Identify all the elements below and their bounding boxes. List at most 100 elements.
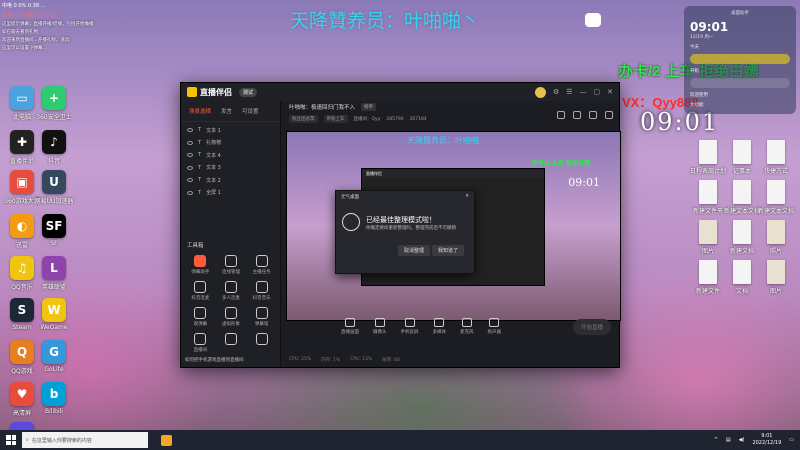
file-icon-label: 文档: [735, 288, 748, 295]
clock-widget[interactable]: 桌面助手 09:01 12/19 周一 今天 开机 欢迎使用 大功能: [684, 6, 796, 114]
file-icon-label: 新建文本文档: [724, 208, 761, 215]
desktop-icon[interactable]: ♫ QQ音乐: [4, 256, 40, 291]
dialog-close-icon[interactable]: ✕: [465, 194, 469, 199]
rank-tag[interactable]: 榜单: [361, 103, 377, 111]
scene-item[interactable]: T 文本 3: [187, 162, 274, 175]
source-button[interactable]: 直播画面: [341, 317, 359, 335]
document-icon: [767, 220, 785, 244]
desktop-icon[interactable]: G GoLite: [36, 340, 72, 373]
stream-preview[interactable]: 天降贊养员：叶啪啪 办卡/2 上车 拒绝白嫖 09:01 直播伴侣 元气桌面 ✕…: [286, 131, 621, 321]
file-icon[interactable]: 记事本: [724, 140, 760, 175]
file-icon[interactable]: 新建文档: [724, 220, 760, 255]
live-companion-window[interactable]: 直播伴侣 测试 ⚙ ☰ — ▢ ✕ 场景选择 发言 可设置 T 文本 1 T 礼物榜 T…: [180, 82, 621, 368]
desktop-icon[interactable]: ▭ 此电脑: [4, 86, 40, 121]
eye-icon[interactable]: [187, 140, 193, 145]
desktop-icon[interactable]: Q QQ游戏: [4, 340, 40, 375]
info-line: 这里提示弹幕；直播开播/结播，包括开始做播: [2, 22, 94, 27]
eye-icon[interactable]: [187, 128, 193, 133]
tool-button[interactable]: [246, 333, 277, 353]
tab-scenes[interactable]: 场景选择: [189, 107, 211, 115]
desktop-icon[interactable]: ♥ 高清屏: [4, 382, 40, 417]
file-icon[interactable]: 图片: [690, 220, 726, 255]
tool-button[interactable]: 直播间: [185, 333, 216, 353]
share-icon[interactable]: [605, 111, 613, 119]
source-button[interactable]: 摄像头: [373, 317, 387, 335]
close-icon[interactable]: ✕: [607, 88, 613, 96]
source-button[interactable]: 扬声器: [488, 317, 501, 335]
desktop-icon[interactable]: S Steam: [4, 298, 40, 331]
file-icon[interactable]: 新建文本文档: [758, 180, 794, 215]
maximize-icon[interactable]: ▢: [594, 88, 601, 96]
info-tag[interactable]: 带粉上车: [323, 115, 348, 123]
menu-icon[interactable]: ☰: [566, 88, 572, 96]
tool-button[interactable]: 虚拟形象: [216, 307, 247, 327]
tool-button[interactable]: 抖音音乐: [246, 281, 277, 301]
taskbar-clock[interactable]: 9:01 2022/12/19: [752, 433, 781, 447]
layout-icon[interactable]: [589, 111, 597, 119]
desktop-icon[interactable]: L 英雄联盟: [36, 256, 72, 291]
file-icon[interactable]: 照片: [758, 220, 794, 255]
search-placeholder: 在这里输入你要搜索的内容: [31, 437, 92, 444]
taskbar-app-live[interactable]: [158, 432, 174, 448]
tool-button[interactable]: 抖音连麦: [185, 281, 216, 301]
start-live-button[interactable]: 开始直播: [572, 319, 611, 335]
tool-label: 主播任务: [252, 270, 271, 275]
tool-button[interactable]: 观弹幕: [185, 307, 216, 327]
tray-chevron-icon[interactable]: ^: [714, 437, 718, 443]
volume-icon[interactable]: ◀): [739, 437, 745, 443]
desktop-icon[interactable]: +360安全卫士: [36, 86, 72, 121]
scene-item[interactable]: T 文本 2: [187, 174, 274, 187]
desktop-icon-label: 360安全卫士: [36, 114, 72, 121]
help-link[interactable]: 如何把手机游戏直播到直播间: [185, 357, 244, 363]
taskbar-search[interactable]: ⌕ 在这里输入你要搜索的内容: [22, 432, 148, 448]
file-icon[interactable]: 新建文件: [690, 260, 726, 295]
file-icon[interactable]: 日程表周计划: [690, 140, 726, 175]
window-titlebar[interactable]: 直播伴侣 测试 ⚙ ☰ — ▢ ✕: [181, 83, 619, 101]
notice-dialog[interactable]: 元气桌面 ✕ 已经最佳整理模式啦！ 你确定继续重新整理吗，整理完成后不可撤销 取…: [335, 190, 475, 274]
bag-icon[interactable]: [573, 111, 581, 119]
gift-icon[interactable]: [557, 111, 565, 119]
desktop-icon[interactable]: ◐ 迅雷: [4, 214, 40, 249]
eye-icon[interactable]: [187, 165, 193, 170]
network-icon[interactable]: ▤: [726, 437, 731, 443]
file-icon[interactable]: 文档: [724, 260, 760, 295]
dialog-ok-button[interactable]: 我知道了: [432, 245, 465, 256]
tab-settings[interactable]: 可设置: [242, 107, 259, 115]
source-button[interactable]: 多媒体: [433, 317, 446, 335]
minimize-icon[interactable]: —: [580, 88, 587, 96]
tool-button[interactable]: 多人连麦: [216, 281, 247, 301]
file-icon[interactable]: 新建文本文档: [724, 180, 760, 215]
desktop-icon[interactable]: U 网易UU加速器: [35, 170, 73, 205]
search-icon: ⌕: [26, 437, 29, 443]
tool-button[interactable]: 弹幕助手: [185, 255, 216, 275]
desktop-icon[interactable]: b Bilibili: [36, 382, 72, 415]
eye-icon[interactable]: [187, 153, 193, 158]
tool-button[interactable]: 弹幕墙: [246, 307, 277, 327]
eye-icon[interactable]: [187, 190, 193, 195]
desktop-icon[interactable]: ✚ 直播伴侣: [4, 130, 40, 165]
scene-item[interactable]: T 礼物榜: [187, 137, 274, 150]
dialog-cancel-button[interactable]: 取消整理: [398, 245, 431, 256]
document-icon: [733, 220, 751, 244]
tool-button[interactable]: 连线管理: [216, 255, 247, 275]
source-button[interactable]: 麦克风: [460, 317, 474, 335]
desktop-icon[interactable]: ♪ 抖音: [36, 130, 72, 165]
tool-button[interactable]: [216, 333, 247, 353]
scene-item[interactable]: T 全屏 1: [187, 187, 274, 200]
desktop-icon[interactable]: W WeGame: [36, 298, 72, 331]
start-button[interactable]: [0, 430, 22, 450]
settings-icon[interactable]: ⚙: [553, 88, 559, 96]
tool-button[interactable]: 主播任务: [246, 255, 277, 275]
eye-icon[interactable]: [187, 178, 193, 183]
avatar[interactable]: [534, 86, 546, 98]
source-button[interactable]: 手机投屏: [401, 317, 419, 335]
file-icon[interactable]: 快捷方式: [758, 140, 794, 175]
scene-item[interactable]: T 文本 4: [187, 149, 274, 162]
notification-icon[interactable]: ▭: [789, 437, 794, 443]
scene-item[interactable]: T 文本 1: [187, 124, 274, 137]
file-icon[interactable]: 图片: [758, 260, 794, 295]
desktop-icon[interactable]: SF SF: [36, 214, 72, 247]
tab-speak[interactable]: 发言: [221, 107, 232, 115]
file-icon[interactable]: 新建文件夹: [690, 180, 726, 215]
info-tag[interactable]: 粉丝团总票: [289, 115, 318, 123]
